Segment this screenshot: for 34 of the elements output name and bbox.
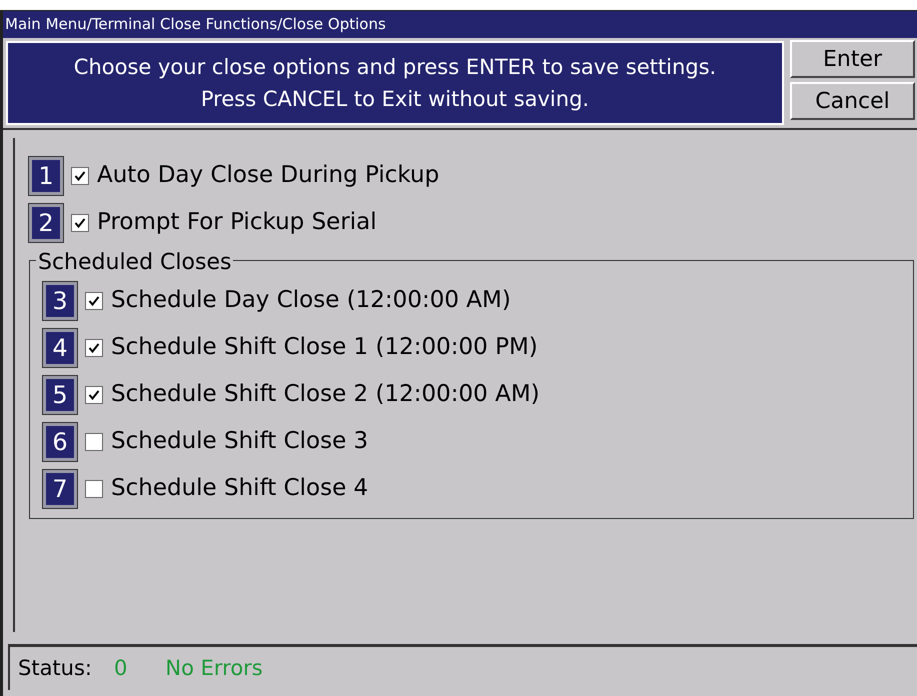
instruction-text: Choose your close options and press ENTER to save settings. bbox=[74, 54, 716, 81]
number-key[interactable]: 2 bbox=[29, 204, 63, 242]
action-button[interactable]: Enter bbox=[790, 40, 915, 78]
number-key[interactable]: 3 bbox=[43, 282, 77, 320]
checkbox[interactable] bbox=[71, 166, 89, 184]
checkbox[interactable] bbox=[85, 386, 103, 404]
option-label: Schedule Shift Close 4 bbox=[111, 474, 368, 504]
option-label: Auto Day Close During Pickup bbox=[97, 161, 440, 190]
checkbox[interactable] bbox=[71, 214, 89, 232]
checkbox[interactable] bbox=[85, 432, 103, 450]
number-key[interactable]: 4 bbox=[43, 328, 77, 366]
checkbox[interactable] bbox=[85, 338, 103, 356]
option-label: Schedule Shift Close 2 (12:00:00 AM) bbox=[111, 380, 540, 410]
option-label: Prompt For Pickup Serial bbox=[97, 208, 377, 238]
checkbox[interactable] bbox=[85, 480, 103, 498]
window-title: Main Menu/Terminal Close Functions/Close Options bbox=[3, 11, 917, 38]
status-message: No Errors bbox=[165, 654, 263, 682]
number-key[interactable]: 7 bbox=[43, 470, 77, 508]
instruction-text: Press CANCEL to Exit without saving. bbox=[200, 86, 590, 113]
number-key[interactable]: 5 bbox=[43, 376, 77, 414]
checkmark-icon bbox=[74, 216, 86, 228]
checkbox[interactable] bbox=[85, 292, 103, 310]
option-label: Schedule Shift Close 1 (12:00:00 PM) bbox=[111, 333, 538, 362]
checkmark-icon bbox=[88, 388, 100, 400]
option-label: Schedule Shift Close 3 bbox=[111, 427, 368, 456]
status-code: 0 bbox=[114, 654, 128, 682]
option-label: Schedule Day Close (12:00:00 AM) bbox=[111, 286, 511, 316]
checkmark-icon bbox=[88, 342, 100, 354]
checkmark-icon bbox=[74, 170, 86, 182]
status-label: Status: bbox=[18, 654, 92, 682]
checkmark-icon bbox=[88, 294, 100, 306]
number-key[interactable]: 1 bbox=[29, 156, 63, 194]
number-key[interactable]: 6 bbox=[43, 422, 77, 460]
action-button[interactable]: Cancel bbox=[790, 82, 915, 120]
